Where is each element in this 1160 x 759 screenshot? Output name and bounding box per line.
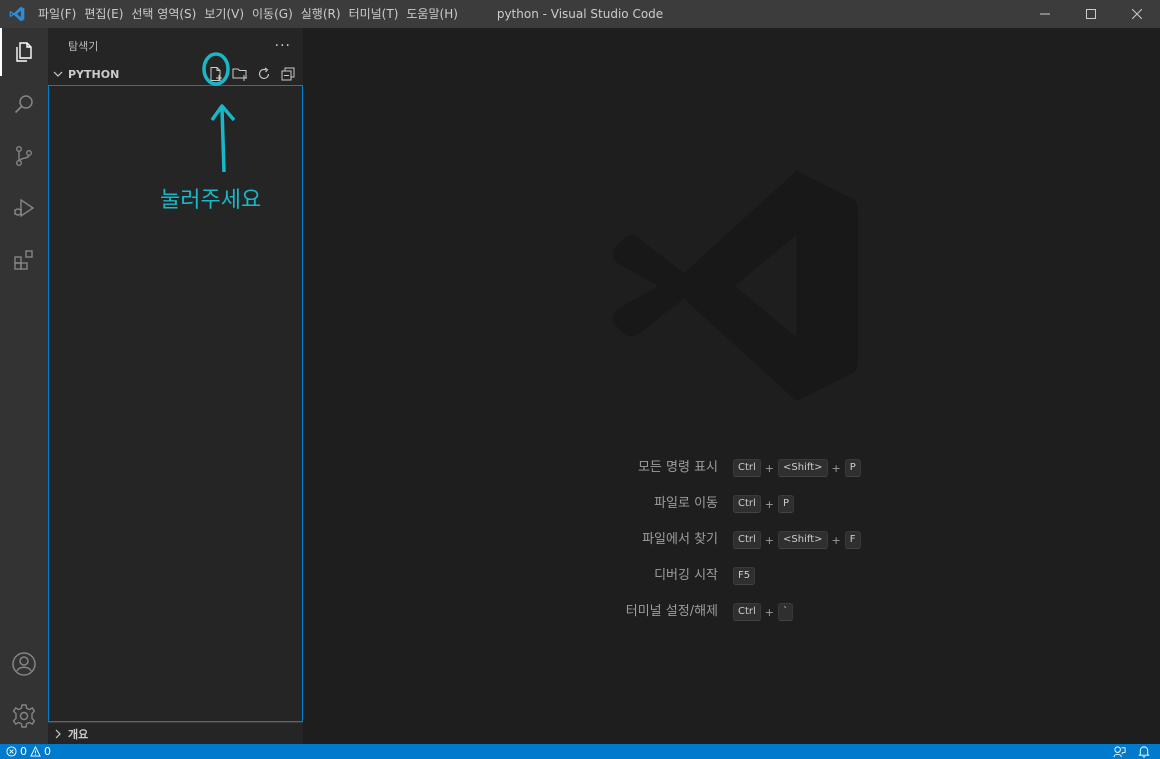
shortcut-label: 터미널 설정/해제	[625, 604, 718, 619]
more-actions-button[interactable]: ···	[275, 38, 291, 54]
error-icon	[6, 746, 17, 757]
close-icon	[1132, 9, 1142, 19]
menu-edit[interactable]: 편집(E)	[80, 0, 127, 28]
close-button[interactable]	[1114, 0, 1160, 28]
shortcut-keys: F5	[733, 566, 756, 586]
explorer-sidebar: 탐색기 ··· PYTHON 개요	[48, 28, 303, 744]
shortcut-row[interactable]: 터미널 설정/해제 Ctrl + `	[303, 602, 1160, 622]
minimize-icon	[1040, 13, 1050, 15]
activity-search[interactable]	[0, 80, 48, 128]
key: <Shift>	[778, 459, 828, 477]
menu-selection[interactable]: 선택 영역(S)	[127, 0, 200, 28]
maximize-icon	[1086, 9, 1096, 19]
key: <Shift>	[778, 531, 828, 549]
menu-bar: 파일(F) 편집(E) 선택 영역(S) 보기(V) 이동(G) 실행(R) 터…	[34, 0, 462, 28]
menu-run[interactable]: 실행(R)	[297, 0, 345, 28]
shortcut-label: 파일에서 찾기	[642, 532, 718, 547]
plus-separator: +	[831, 461, 841, 475]
activity-accounts[interactable]	[0, 640, 48, 688]
account-icon	[12, 652, 36, 676]
outline-title: 개요	[68, 727, 89, 741]
search-icon	[14, 95, 33, 114]
warning-icon	[30, 746, 41, 757]
shortcut-label: 디버깅 시작	[654, 568, 718, 583]
title-bar: 파일(F) 편집(E) 선택 영역(S) 보기(V) 이동(G) 실행(R) 터…	[0, 0, 1160, 28]
extensions-icon	[14, 250, 33, 270]
editor-area: 모든 명령 표시 Ctrl + <Shift> + P 파일로 이동 Ctrl …	[303, 28, 1160, 744]
key: `	[778, 603, 794, 621]
activity-extensions[interactable]	[0, 236, 48, 284]
key: Ctrl	[733, 603, 761, 621]
plus-separator: +	[831, 533, 841, 547]
plus-separator: +	[764, 533, 775, 547]
annotation-arrow-icon	[202, 52, 236, 173]
active-indicator	[0, 28, 2, 76]
key: F5	[733, 567, 756, 585]
plus-separator: +	[764, 461, 775, 475]
shortcut-label: 파일로 이동	[654, 496, 718, 511]
outline-section-header[interactable]: 개요	[48, 722, 303, 744]
shortcut-row[interactable]: 파일로 이동 Ctrl + P	[303, 494, 1160, 514]
activity-manage[interactable]	[0, 692, 48, 740]
bell-icon[interactable]	[1138, 745, 1150, 758]
key: F	[844, 531, 861, 549]
menu-file[interactable]: 파일(F)	[34, 0, 80, 28]
file-tree[interactable]	[48, 85, 303, 722]
shortcut-row[interactable]: 디버깅 시작 F5	[303, 566, 1160, 586]
plus-separator: +	[764, 497, 775, 511]
files-icon	[16, 42, 32, 62]
collapse-all-button[interactable]	[279, 65, 297, 83]
activity-source-control[interactable]	[0, 132, 48, 180]
key: Ctrl	[733, 531, 761, 549]
run-debug-icon	[14, 198, 35, 218]
menu-view[interactable]: 보기(V)	[200, 0, 248, 28]
source-control-icon	[15, 146, 32, 167]
shortcut-keys: Ctrl + P	[733, 494, 795, 514]
menu-go[interactable]: 이동(G)	[248, 0, 297, 28]
key: Ctrl	[733, 495, 761, 513]
shortcut-row[interactable]: 모든 명령 표시 Ctrl + <Shift> + P	[303, 458, 1160, 478]
window-controls	[1022, 0, 1160, 28]
error-count: 0	[20, 745, 27, 758]
key: P	[778, 495, 795, 513]
folder-section-header[interactable]: PYTHON	[48, 63, 303, 85]
maximize-button[interactable]	[1068, 0, 1114, 28]
shortcut-keys: Ctrl + <Shift> + P	[733, 458, 861, 478]
vscode-logo-icon	[0, 0, 34, 28]
folder-name: PYTHON	[68, 67, 120, 81]
vscode-watermark-icon	[612, 170, 858, 402]
sidebar-header: 탐색기 ···	[48, 28, 303, 63]
menu-help[interactable]: 도움말(H)	[402, 0, 462, 28]
shortcut-row[interactable]: 파일에서 찾기 Ctrl + <Shift> + F	[303, 530, 1160, 550]
warning-count: 0	[44, 745, 51, 758]
shortcut-keys: Ctrl + `	[733, 602, 794, 622]
sidebar-title: 탐색기	[68, 39, 99, 53]
gear-icon	[12, 704, 36, 728]
collapse-all-icon	[281, 67, 295, 81]
shortcut-label: 모든 명령 표시	[637, 460, 718, 475]
shortcut-keys: Ctrl + <Shift> + F	[733, 530, 861, 550]
activity-run-debug[interactable]	[0, 184, 48, 232]
annotation-label: 눌러주세요	[160, 188, 262, 213]
menu-terminal[interactable]: 터미널(T)	[345, 0, 403, 28]
problems-indicator[interactable]: 0 0	[0, 744, 51, 759]
key: Ctrl	[733, 459, 761, 477]
plus-separator: +	[764, 605, 775, 619]
activity-explorer[interactable]	[0, 28, 48, 76]
status-bar: 0 0	[0, 744, 1160, 759]
refresh-button[interactable]	[255, 65, 273, 83]
status-right	[1113, 744, 1150, 759]
chevron-right-icon	[55, 729, 61, 738]
refresh-icon	[259, 67, 270, 79]
feedback-icon[interactable]	[1113, 745, 1126, 758]
key: P	[844, 459, 861, 477]
minimize-button[interactable]	[1022, 0, 1068, 28]
chevron-down-icon	[53, 71, 63, 77]
activity-bar	[0, 28, 48, 744]
